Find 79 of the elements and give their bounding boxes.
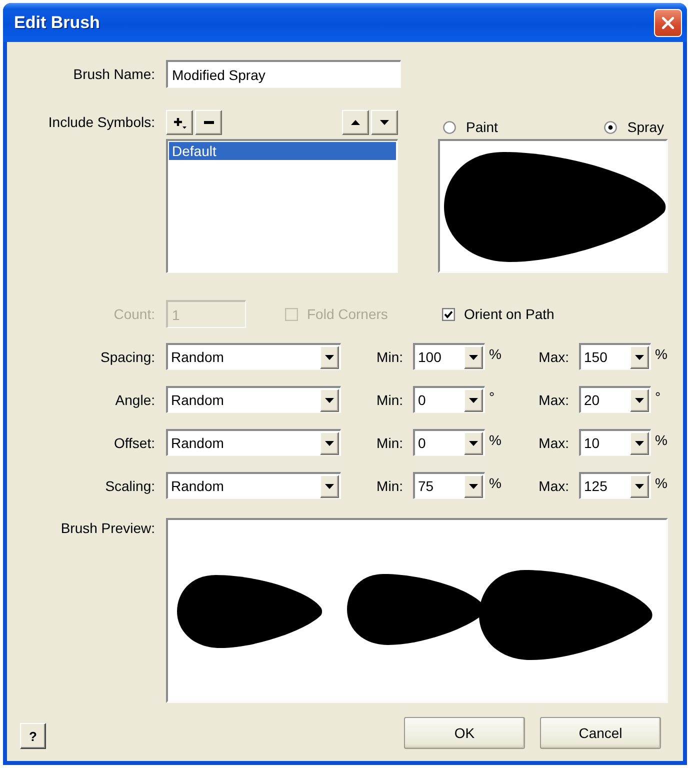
field-label: Scaling: (105, 478, 155, 494)
dropdown-button[interactable] (320, 474, 339, 498)
combo-field[interactable]: 10 (579, 429, 651, 456)
field-label: Max: (538, 434, 569, 450)
triangle-down-icon (380, 120, 389, 125)
caret-down-icon (469, 440, 478, 446)
combo-field[interactable]: 0 (413, 386, 485, 413)
window-title: Edit Brush (14, 12, 100, 32)
dropdown-button[interactable] (464, 346, 483, 368)
field-label: Max: (538, 392, 569, 408)
field-label: Min: (376, 478, 403, 494)
caret-down-icon (469, 484, 478, 488)
remove-symbol-button[interactable] (195, 110, 222, 135)
move-up-button[interactable] (342, 110, 369, 135)
dropdown-button[interactable] (630, 432, 649, 454)
caret-down-icon (635, 354, 644, 360)
field-label: Offset: (114, 434, 155, 450)
combo-field[interactable]: 100 (413, 343, 485, 370)
dropdown-field[interactable]: Random (166, 472, 341, 499)
unit-label: % (489, 432, 502, 448)
dropdown-field[interactable]: Random (166, 429, 341, 456)
dialog-button[interactable]: Cancel (540, 717, 661, 749)
combo-field[interactable]: 20 (579, 386, 651, 413)
unit-label: % (655, 346, 668, 362)
field-label: Angle: (115, 392, 155, 408)
field-label: Max: (538, 478, 569, 494)
caret-down-icon (635, 440, 644, 446)
combo-field[interactable]: 75 (413, 472, 485, 499)
dropdown-field[interactable]: Random (166, 386, 341, 413)
field-label: Count: (114, 306, 155, 322)
field-label: Min: (376, 348, 403, 364)
combo-field[interactable]: 125 (579, 472, 651, 499)
combo-field[interactable]: 150 (579, 343, 651, 370)
close-icon (662, 16, 674, 28)
field-label: Brush Preview: (60, 520, 155, 536)
dropdown-button[interactable] (320, 388, 339, 412)
dropdown-button[interactable] (320, 346, 339, 368)
caret-down-icon (325, 440, 334, 446)
unit-label: % (489, 475, 502, 491)
dropdown-button[interactable] (630, 474, 649, 498)
caret-down-icon (325, 484, 334, 488)
minus-icon (204, 121, 214, 124)
unit-label: ° (655, 389, 661, 405)
dropdown-button[interactable] (464, 474, 483, 498)
dropdown-button[interactable] (320, 432, 339, 454)
dropdown-button[interactable] (630, 388, 649, 412)
move-down-button[interactable] (371, 110, 398, 135)
dropdown-button[interactable] (464, 432, 483, 454)
field-label: Spacing: (100, 348, 155, 364)
unit-label: % (655, 432, 668, 448)
field-label: Include Symbols: (48, 114, 155, 130)
dropdown-field[interactable]: Random (166, 343, 341, 370)
field-label: Min: (376, 434, 403, 450)
field-label: Max: (538, 348, 569, 364)
unit-label: % (489, 346, 502, 362)
triangle-up-icon (351, 120, 360, 125)
field-label: Min: (376, 392, 403, 408)
add-symbol-button[interactable] (166, 110, 193, 135)
plus-icon (172, 116, 186, 128)
dropdown-button[interactable] (464, 388, 483, 412)
caret-down-icon (469, 398, 478, 402)
help-button[interactable]: ? (20, 723, 46, 749)
radio-option[interactable]: Spray (604, 119, 664, 135)
field-label: Brush Name: (73, 66, 155, 82)
caret-down-icon (635, 398, 644, 402)
list-item[interactable]: Default (169, 142, 396, 160)
caret-down-icon (635, 484, 644, 488)
text-field[interactable]: Modified Spray (166, 60, 401, 88)
caret-down-icon (325, 398, 334, 402)
close-button[interactable] (654, 8, 682, 36)
combo-field[interactable]: 0 (413, 429, 485, 456)
unit-label: % (655, 475, 668, 491)
dialog-button[interactable]: OK (404, 717, 525, 749)
dropdown-button[interactable] (630, 346, 649, 368)
caret-down-icon (325, 354, 334, 360)
checkbox-option[interactable]: Orient on Path (442, 306, 554, 322)
caret-down-icon (469, 354, 478, 360)
radio-option[interactable]: Paint (443, 119, 498, 135)
unit-label: ° (489, 389, 495, 405)
